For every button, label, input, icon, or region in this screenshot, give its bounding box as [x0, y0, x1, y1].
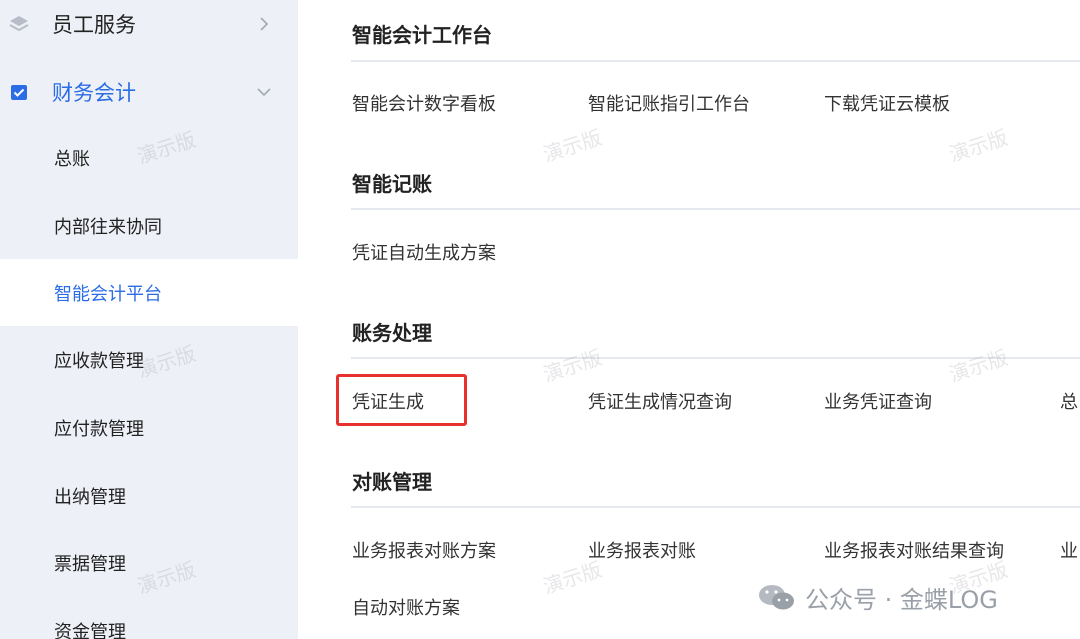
sidebar-item-general-ledger[interactable]: 总账 [0, 124, 298, 191]
menu-group-label: 员工服务 [52, 13, 136, 37]
highlight-box [336, 374, 467, 426]
link-voucher-status-query[interactable]: 凭证生成情况查询 [588, 388, 732, 414]
watermark: 演示版 [540, 345, 605, 387]
section-divider [351, 357, 1080, 359]
section-title: 账务处理 [352, 321, 432, 345]
watermark: 演示版 [946, 125, 1011, 167]
menu-group-label: 财务会计 [52, 81, 136, 105]
official-account-watermark: 公众号 · 金蝶LOG [757, 580, 998, 614]
link-business-voucher-query[interactable]: 业务凭证查询 [824, 388, 932, 414]
link-report-reconcile-scheme[interactable]: 业务报表对账方案 [352, 537, 496, 563]
section-title: 对账管理 [352, 470, 432, 494]
section-divider [351, 506, 1080, 508]
official-account-text: 公众号 · 金蝶LOG [805, 585, 998, 614]
link-voucher-auto-scheme[interactable]: 凭证自动生成方案 [352, 239, 496, 265]
chevron-down-icon [257, 88, 271, 97]
sidebar-item-smart-accounting-platform[interactable]: 智能会计平台 [0, 259, 298, 326]
link-bookkeeping-guide[interactable]: 智能记账指引工作台 [588, 90, 750, 116]
sidebar-item-receivables[interactable]: 应收款管理 [0, 326, 298, 393]
menu-group-finance-accounting[interactable]: 财务会计 [0, 66, 298, 118]
link-reconcile-result-query[interactable]: 业务报表对账结果查询 [824, 537, 1004, 563]
checkbox-icon [8, 81, 30, 103]
watermark: 演示版 [946, 345, 1011, 387]
link-truncated[interactable]: 总 [1060, 388, 1078, 414]
sidebar-item-bills[interactable]: 票据管理 [0, 529, 298, 596]
sidebar-item-intercompany[interactable]: 内部往来协同 [0, 192, 298, 259]
menu-group-employee-services[interactable]: 员工服务 [0, 0, 298, 50]
section-divider [351, 60, 1080, 62]
main-content: 智能会计工作台 智能会计数字看板 智能记账指引工作台 下载凭证云模板 智能记账 … [298, 0, 1080, 639]
link-truncated[interactable]: 业 [1060, 537, 1078, 563]
link-download-template[interactable]: 下载凭证云模板 [824, 90, 950, 116]
wechat-icon [759, 585, 794, 610]
link-digital-dashboard[interactable]: 智能会计数字看板 [352, 90, 496, 116]
chevron-right-icon [260, 17, 269, 31]
link-report-reconcile[interactable]: 业务报表对账 [588, 537, 696, 563]
section-title: 智能记账 [352, 172, 432, 196]
sidebar-item-payables[interactable]: 应付款管理 [0, 394, 298, 461]
layers-icon [8, 13, 30, 35]
section-divider [351, 208, 1080, 210]
sidebar: 员工服务 财务会计 总账 内部往来协同 智能会计平台 应收款管理 应付款管理 出… [0, 0, 298, 639]
link-auto-reconcile-scheme[interactable]: 自动对账方案 [352, 594, 460, 620]
watermark: 演示版 [540, 125, 605, 167]
sidebar-item-cashier[interactable]: 出纳管理 [0, 462, 298, 529]
section-title: 智能会计工作台 [352, 23, 492, 47]
sidebar-item-funds[interactable]: 资金管理 [0, 597, 298, 639]
